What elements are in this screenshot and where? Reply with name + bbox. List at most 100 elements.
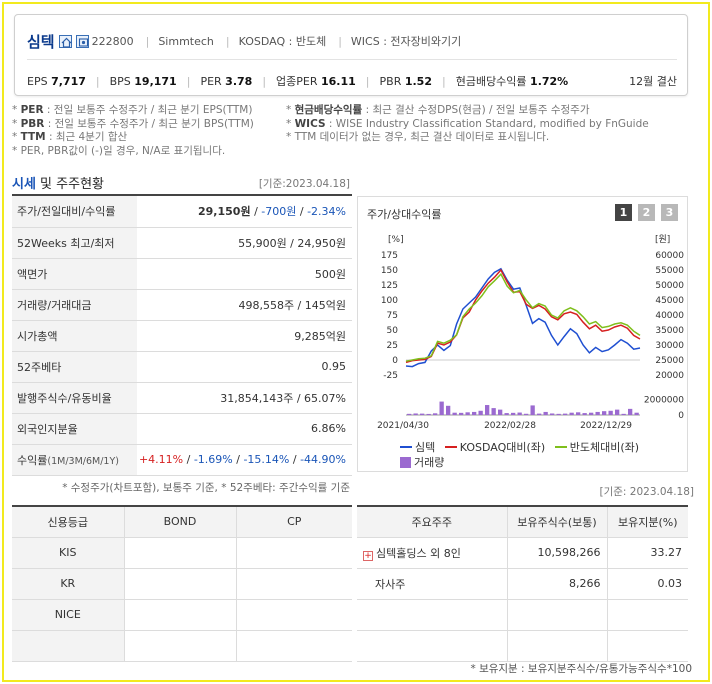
table-row: 거래량/거래대금 498,558주 / 145억원 bbox=[12, 289, 352, 321]
pct-cell: 33.27 bbox=[606, 537, 688, 569]
right-tick-label: 55000 bbox=[655, 266, 684, 276]
stock-code: 222800 bbox=[91, 34, 134, 48]
stat-bps: BPS 19,171 bbox=[109, 74, 177, 88]
left-tick-label: 50 bbox=[387, 326, 399, 336]
divider: | bbox=[338, 34, 342, 48]
shareholder-name bbox=[357, 599, 507, 631]
chart-title: 주가/상대수익률 bbox=[367, 208, 442, 221]
volume-bar bbox=[413, 413, 418, 415]
table-row: 발행주식수/유동비율 31,854,143주 / 65.07% bbox=[12, 382, 352, 414]
chart-page-3-button[interactable]: 3 bbox=[661, 204, 678, 221]
pct-cell bbox=[606, 630, 688, 662]
row-label: 주가/전일대비/수익률 bbox=[12, 196, 137, 228]
agency-cell: KIS bbox=[12, 537, 124, 569]
x-tick-label: 2021/04/30 bbox=[377, 421, 429, 431]
shareholder-name: 자사주 bbox=[357, 568, 507, 600]
row-label: 시가총액 bbox=[12, 320, 137, 352]
chart-panel: 주가/상대수익률 1 2 3 [%] [원] 175 150 125 100 75 50 25 0… bbox=[357, 196, 688, 472]
volume-bar bbox=[459, 412, 464, 415]
legend-item-volume: 거래량 bbox=[400, 455, 444, 470]
shares-cell bbox=[506, 630, 607, 662]
stat-per: PER 3.78 bbox=[200, 74, 253, 88]
volume-bar bbox=[433, 413, 438, 415]
cp-cell bbox=[235, 599, 352, 631]
price-value: 29,150원 / -700원 / -2.34% bbox=[137, 196, 352, 228]
bond-cell bbox=[123, 537, 236, 569]
table-row: + 심텍홀딩스 외 8인 10,598,266 33.27 bbox=[357, 537, 688, 569]
volume-bar bbox=[543, 411, 548, 415]
company-name: 심텍 bbox=[27, 32, 55, 51]
bond-cell bbox=[123, 568, 236, 600]
credit-rating-table: 신용등급 BOND CP KIS KR NICE bbox=[12, 505, 352, 662]
chart-page-1-button[interactable]: 1 bbox=[615, 204, 632, 221]
table-row: 자사주 8,266 0.03 bbox=[357, 568, 688, 600]
volume-bar bbox=[452, 412, 457, 415]
pct-cell: 0.03 bbox=[606, 568, 688, 600]
volume-tick-label: 0 bbox=[678, 411, 684, 421]
note-ttm: * TTM : 최근 4분기 합산 bbox=[12, 131, 128, 143]
legend-item-simmtech: 심텍 bbox=[400, 440, 435, 455]
table-row: 수익률(1M/3M/6M/1Y) +4.11% / -1.69% / -15.1… bbox=[12, 444, 352, 476]
left-tick-label: 125 bbox=[381, 281, 398, 291]
shareholder-link[interactable]: 심텍홀딩스 외 8인 bbox=[376, 547, 461, 560]
volume-bar bbox=[446, 405, 451, 415]
column-header: BOND bbox=[123, 505, 236, 538]
column-header: 보유지분(%) bbox=[606, 505, 688, 538]
left-tick-label: 100 bbox=[381, 296, 398, 306]
column-header: CP bbox=[235, 505, 352, 538]
x-tick-label: 2022/12/29 bbox=[580, 421, 632, 431]
stat-pbr: PBR 1.52 bbox=[379, 74, 432, 88]
shares-cell: 10,598,266 bbox=[506, 537, 607, 569]
left-tick-label: 75 bbox=[387, 311, 398, 321]
note-pbr: * PBR : 전일 보통주 수정주가 / 최근 분기 BPS(TTM) bbox=[12, 117, 254, 130]
column-header: 보유주식수(보통) bbox=[506, 505, 607, 538]
plus-icon[interactable]: + bbox=[363, 550, 373, 561]
row-label: 발행주식수/유동비율 bbox=[12, 382, 137, 414]
column-header: 신용등급 bbox=[12, 505, 124, 538]
volume-bar bbox=[628, 408, 633, 415]
volume-bar bbox=[589, 412, 594, 415]
home-icon[interactable] bbox=[58, 34, 72, 48]
stat-dividend-yield: 현금배당수익률 1.72% bbox=[455, 75, 569, 88]
chart-legend: 심텍 KOSDAQ대비(좌) 반도체대비(좌) 거래량 bbox=[400, 437, 680, 472]
notes-left: * PER : 전일 보통주 수정주가 / 최근 분기 EPS(TTM) * P… bbox=[12, 104, 286, 158]
note-per: * PER : 전일 보통주 수정주가 / 최근 분기 EPS(TTM) bbox=[12, 104, 253, 116]
right-tick-label: 35000 bbox=[655, 326, 684, 336]
stat-eps: EPS 7,717 bbox=[27, 74, 86, 88]
shares-cell: 8,266 bbox=[506, 568, 607, 600]
row-value: 9,285억원 bbox=[137, 320, 352, 352]
column-header: 주요주주 bbox=[357, 505, 507, 538]
ir-info-icon[interactable] bbox=[75, 34, 89, 48]
volume-bar bbox=[608, 410, 613, 415]
notes-right: * 현금배당수익률 : 최근 결산 수정DPS(현금) / 전일 보통주 수정주… bbox=[286, 104, 706, 145]
volume-tick-label: 2000000 bbox=[644, 396, 684, 406]
table-row bbox=[357, 599, 688, 631]
volume-bar bbox=[556, 413, 561, 415]
chart-page-2-button[interactable]: 2 bbox=[638, 204, 655, 221]
table-row: 시가총액 9,285억원 bbox=[12, 320, 352, 352]
table-row: KIS bbox=[12, 537, 352, 569]
row-value: 55,900원 / 24,950원 bbox=[137, 227, 352, 259]
table-row: KR bbox=[12, 568, 352, 600]
cp-cell bbox=[235, 630, 352, 662]
table-row: 52주베타 0.95 bbox=[12, 351, 352, 383]
table-row: NICE bbox=[12, 599, 352, 631]
row-label: 52주베타 bbox=[12, 351, 137, 383]
table-row: 액면가 500원 bbox=[12, 258, 352, 290]
volume-bar bbox=[524, 413, 529, 415]
chart-pager: 1 2 3 bbox=[609, 204, 678, 221]
right-tick-label: 25000 bbox=[655, 356, 684, 366]
left-tick-label: -25 bbox=[383, 371, 398, 381]
row-value: 500원 bbox=[137, 258, 352, 290]
right-tick-label: 20000 bbox=[655, 371, 684, 381]
row-value: 6.86% bbox=[137, 413, 352, 445]
volume-bar bbox=[426, 413, 431, 415]
volume-bar bbox=[634, 412, 639, 415]
agency-cell: NICE bbox=[12, 599, 124, 631]
volume-bar bbox=[621, 413, 626, 415]
cp-cell bbox=[235, 537, 352, 569]
divider: | bbox=[365, 74, 370, 88]
note-na: * PER, PBR값이 (-)일 경우, N/A로 표기됩니다. bbox=[12, 144, 226, 157]
table-row bbox=[357, 630, 688, 662]
volume-bar bbox=[511, 412, 516, 415]
